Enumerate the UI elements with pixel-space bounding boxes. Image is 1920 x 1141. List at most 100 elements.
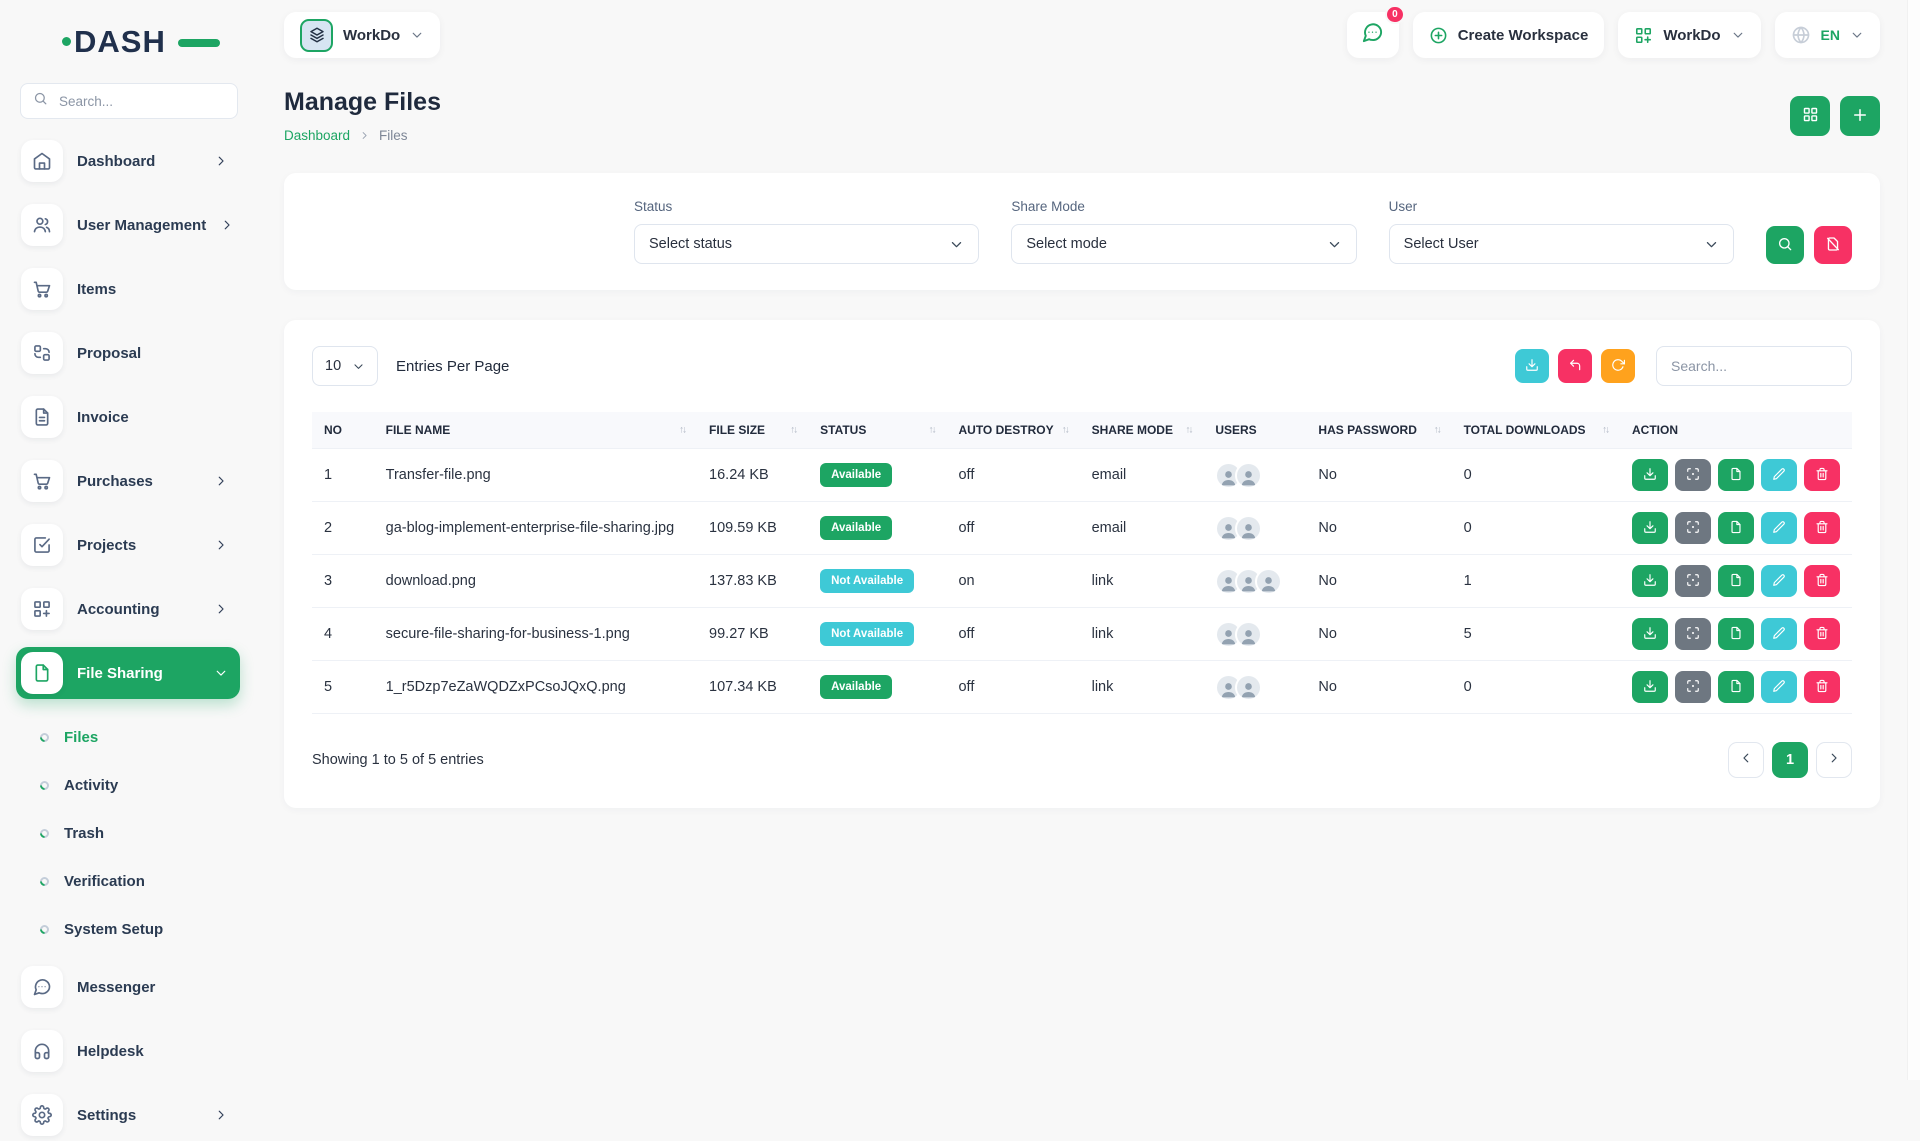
logo-dot — [62, 37, 71, 46]
delete-button[interactable] — [1804, 512, 1840, 544]
sidebar-item-user-management[interactable]: User Management — [16, 199, 240, 251]
scan-button[interactable] — [1675, 618, 1711, 650]
share-mode-filter-select[interactable]: Select mode — [1011, 224, 1356, 264]
user-filter-select[interactable]: Select User — [1389, 224, 1734, 264]
sidebar-item-messenger[interactable]: Messenger — [16, 961, 240, 1013]
download-button[interactable] — [1632, 512, 1668, 544]
scan-icon — [1686, 679, 1700, 696]
download-button[interactable] — [1632, 565, 1668, 597]
delete-button[interactable] — [1804, 618, 1840, 650]
chevron-down-icon — [1850, 28, 1864, 42]
share-mode-filter-label: Share Mode — [1011, 199, 1356, 214]
scan-button[interactable] — [1675, 565, 1711, 597]
edit-button[interactable] — [1761, 618, 1797, 650]
download-button[interactable] — [1632, 459, 1668, 491]
sidebar-item-items[interactable]: Items — [16, 263, 240, 315]
apply-filter-button[interactable] — [1766, 226, 1804, 264]
cell-users — [1203, 608, 1306, 661]
column-header-total-downloads[interactable]: TOTAL DOWNLOADS↑↓ — [1452, 412, 1620, 449]
reset-filter-button[interactable] — [1814, 226, 1852, 264]
app-menu-button[interactable]: WorkDo — [1618, 12, 1760, 58]
file-button[interactable] — [1718, 618, 1754, 650]
cell-has-password: No — [1306, 502, 1451, 555]
download-button[interactable] — [1632, 671, 1668, 703]
sidebar-item-helpdesk[interactable]: Helpdesk — [16, 1025, 240, 1077]
scan-button[interactable] — [1675, 459, 1711, 491]
file-icon — [1729, 520, 1743, 537]
brand-logo[interactable]: DASH — [62, 26, 202, 57]
share-mode-filter: Share Mode Select mode — [1011, 199, 1356, 264]
add-file-button[interactable] — [1840, 96, 1880, 136]
edit-button[interactable] — [1761, 459, 1797, 491]
main-content: WorkDo 0 Create Workspace WorkDo — [256, 0, 1920, 1080]
refresh-button[interactable] — [1601, 349, 1635, 383]
sidebar-subitem-trash[interactable]: Trash — [40, 809, 240, 857]
sidebar-subitem-verification[interactable]: Verification — [40, 857, 240, 905]
app-window: DASH Dashboard User Management Items Propos… — [0, 0, 1920, 1080]
cell-file-size: 137.83 KB — [697, 555, 808, 608]
trash-icon — [1815, 467, 1829, 484]
sidebar-item-proposal[interactable]: Proposal — [16, 327, 240, 379]
column-header-has-password[interactable]: HAS PASSWORD↑↓ — [1306, 412, 1451, 449]
grid-view-button[interactable] — [1790, 96, 1830, 136]
sidebar-submenu: Files ActivityTrashVerificationSystem Set… — [16, 711, 240, 961]
column-header-file-name[interactable]: FILE NAME↑↓ — [374, 412, 697, 449]
file-icon — [1729, 679, 1743, 696]
delete-button[interactable] — [1804, 459, 1840, 491]
chevron-left-icon — [1739, 751, 1753, 769]
export-button[interactable] — [1515, 349, 1549, 383]
file-button[interactable] — [1718, 459, 1754, 491]
sidebar-item-file-sharing[interactable]: File Sharing — [16, 647, 240, 699]
files-table-panel: 10 Entries Per Page — [284, 320, 1880, 808]
column-header-share-mode[interactable]: SHARE MODE↑↓ — [1080, 412, 1204, 449]
cell-auto-destroy: off — [946, 502, 1079, 555]
table-search-input[interactable] — [1656, 346, 1852, 386]
sidebar-item-label: Proposal — [77, 345, 228, 362]
file-button[interactable] — [1718, 565, 1754, 597]
download-button[interactable] — [1632, 618, 1668, 650]
delete-button[interactable] — [1804, 671, 1840, 703]
messages-count-badge: 0 — [1385, 5, 1405, 24]
status-filter-select[interactable]: Select status — [634, 224, 979, 264]
pencil-icon — [1772, 573, 1786, 590]
create-workspace-button[interactable]: Create Workspace — [1413, 12, 1605, 58]
back-button[interactable] — [1558, 349, 1592, 383]
sidebar-search-input[interactable] — [57, 93, 225, 110]
edit-button[interactable] — [1761, 512, 1797, 544]
next-page-button[interactable] — [1816, 742, 1852, 778]
breadcrumb-dashboard-link[interactable]: Dashboard — [284, 128, 350, 143]
messages-button[interactable]: 0 — [1347, 12, 1399, 58]
table-row: 4secure-file-sharing-for-business-1.png9… — [312, 608, 1852, 661]
sidebar-item-dashboard[interactable]: Dashboard — [16, 135, 240, 187]
sidebar-item-label: Purchases — [77, 473, 200, 490]
scan-button[interactable] — [1675, 512, 1711, 544]
file-button[interactable] — [1718, 512, 1754, 544]
sidebar-item-invoice[interactable]: Invoice — [16, 391, 240, 443]
delete-button[interactable] — [1804, 565, 1840, 597]
sidebar-search — [20, 83, 238, 119]
sidebar-subitem-label: Files — [64, 729, 98, 746]
column-header-status[interactable]: STATUS↑↓ — [808, 412, 946, 449]
sidebar-item-purchases[interactable]: Purchases — [16, 455, 240, 507]
edit-button[interactable] — [1761, 565, 1797, 597]
edit-button[interactable] — [1761, 671, 1797, 703]
file-button[interactable] — [1718, 671, 1754, 703]
previous-page-button[interactable] — [1728, 742, 1764, 778]
column-header-auto-destroy[interactable]: AUTO DESTROY↑↓ — [946, 412, 1079, 449]
entries-per-page-select[interactable]: 10 — [312, 346, 378, 386]
sidebar-subitem-activity[interactable]: Activity — [40, 761, 240, 809]
sidebar-item-projects[interactable]: Projects — [16, 519, 240, 571]
scan-button[interactable] — [1675, 671, 1711, 703]
sidebar-item-accounting[interactable]: Accounting — [16, 583, 240, 635]
page-1-button[interactable]: 1 — [1772, 742, 1808, 778]
workspace-switcher[interactable]: WorkDo — [284, 12, 440, 58]
sidebar-subitem-system-setup[interactable]: System Setup — [40, 905, 240, 953]
scrollbar[interactable] — [1907, 0, 1920, 1080]
column-header-file-size[interactable]: FILE SIZE↑↓ — [697, 412, 808, 449]
cell-users — [1203, 555, 1306, 608]
cell-has-password: No — [1306, 555, 1451, 608]
sidebar-item-settings[interactable]: Settings — [16, 1089, 240, 1141]
table-row: 3download.png137.83 KBNot Availableonlin… — [312, 555, 1852, 608]
language-selector[interactable]: EN — [1775, 12, 1880, 58]
sidebar-subitem-files[interactable]: Files — [40, 713, 240, 761]
